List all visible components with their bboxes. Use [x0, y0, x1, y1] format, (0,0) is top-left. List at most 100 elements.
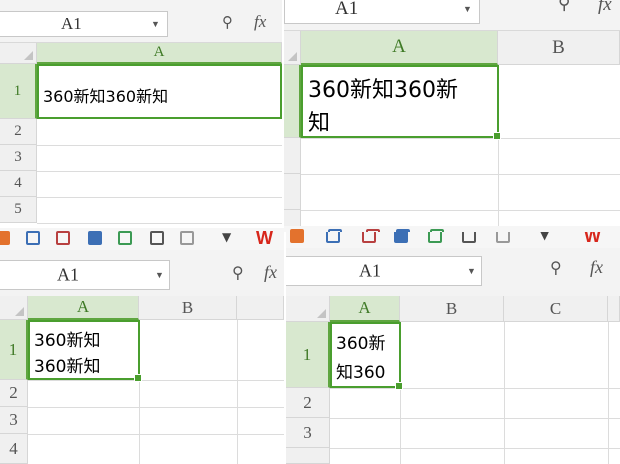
grid-line [37, 171, 282, 172]
name-box-value: A1 [335, 0, 359, 19]
column-header-c[interactable] [237, 296, 284, 320]
toolbar-icon[interactable] [26, 231, 40, 245]
row-header-2[interactable] [284, 138, 301, 174]
dropdown-caret-icon[interactable]: ▼ [467, 266, 476, 276]
column-header-b[interactable]: B [400, 296, 504, 322]
row-header-1-label: 1 [13, 82, 22, 99]
row-header-3[interactable]: 3 [0, 407, 28, 434]
panel-2-wrapped-wide: A1 ▼ ⚲ fx A B 360新知360新 知 [284, 0, 620, 232]
column-header-d[interactable] [608, 296, 620, 322]
cell-a1[interactable]: 360新知360新知 [37, 64, 282, 119]
row-header-2[interactable]: 2 [0, 380, 28, 407]
select-all-corner[interactable] [0, 296, 28, 320]
row-header-1-label: 1 [302, 344, 312, 364]
row-header-4[interactable]: 4 [0, 434, 28, 464]
dropdown-caret-icon[interactable]: ▼ [540, 232, 549, 242]
grid-line [237, 320, 238, 464]
row-header-5-label: 5 [14, 201, 22, 217]
grid-line [608, 322, 609, 464]
row-header-3[interactable]: 3 [286, 418, 330, 448]
grid-line [330, 448, 620, 449]
select-all-corner[interactable] [0, 43, 37, 64]
column-header-a[interactable]: A [301, 31, 498, 65]
fill-handle[interactable] [134, 374, 142, 382]
name-box[interactable]: A1 ▼ [284, 0, 480, 24]
name-box[interactable]: A1 ▼ [0, 260, 170, 290]
select-all-corner[interactable] [286, 296, 330, 322]
wps-logo-icon[interactable]: W [584, 232, 601, 247]
row-header-4-label: 4 [9, 438, 18, 458]
row-header-4[interactable] [286, 448, 330, 464]
row-header-3[interactable] [284, 174, 301, 210]
dropdown-caret-icon[interactable]: ▼ [222, 230, 231, 244]
row-header-2[interactable]: 2 [0, 119, 37, 145]
row-header-1[interactable]: 1 [286, 322, 330, 388]
cell-a1[interactable]: 360新知 360新知 [28, 320, 140, 380]
toolbar-icon[interactable] [394, 232, 408, 243]
row-header-1[interactable]: 1 [0, 320, 28, 380]
row-header-1[interactable]: 1 [0, 64, 37, 119]
row-header-4[interactable]: 4 [0, 171, 37, 197]
zoom-icon[interactable]: ⚲ [232, 263, 244, 282]
fill-handle[interactable] [395, 382, 403, 390]
toolbar-icon[interactable] [496, 232, 510, 243]
zoom-icon[interactable]: ⚲ [550, 258, 562, 277]
formula-bar: A1 ▼ ⚲ fx [284, 0, 620, 31]
column-header-b[interactable]: B [498, 31, 620, 65]
toolbar-icon[interactable] [56, 231, 70, 245]
column-header-c[interactable]: C [504, 296, 608, 322]
row-header-2-label: 2 [9, 383, 18, 402]
row-header-3-label: 3 [14, 149, 22, 165]
toolbar-icon[interactable] [290, 232, 304, 243]
cell-a1-line-2: 知 [308, 111, 331, 136]
fx-icon[interactable]: fx [598, 0, 612, 16]
dropdown-caret-icon[interactable]: ▼ [151, 19, 160, 29]
fx-icon[interactable]: fx [590, 257, 603, 278]
toolbar-icon[interactable] [88, 231, 102, 245]
grid-line [504, 322, 505, 464]
name-box[interactable]: A1 ▼ [0, 11, 168, 37]
name-box-value: A1 [57, 264, 79, 285]
fx-icon[interactable]: fx [264, 262, 277, 283]
fx-icon[interactable]: fx [254, 12, 266, 32]
row-header-1[interactable] [284, 65, 301, 138]
grid-line [28, 380, 284, 381]
toolbar-icon[interactable] [180, 231, 194, 245]
toolbar-icon[interactable] [362, 232, 376, 243]
toolbar-icon[interactable] [150, 231, 164, 245]
toolbar-icon[interactable] [118, 231, 132, 245]
column-header-a[interactable]: A [330, 296, 400, 322]
dropdown-caret-icon[interactable]: ▼ [463, 4, 472, 14]
column-header-a[interactable]: A [28, 296, 139, 320]
toolbar-icon[interactable] [428, 232, 442, 243]
column-header-b-label: B [552, 36, 565, 58]
toolbar-icon[interactable] [326, 232, 340, 243]
grid-line [28, 434, 284, 435]
select-all-corner[interactable] [284, 31, 301, 65]
row-header-2-label: 2 [303, 392, 312, 412]
cell-a1-line-1: 360新知360新 [308, 78, 458, 103]
zoom-icon[interactable]: ⚲ [558, 0, 570, 14]
panel-4-wrapped-narrowest: ▼ W A1 ▼ ⚲ fx A B C 1 2 3 360新 知360 [286, 232, 620, 464]
row-header-3[interactable]: 3 [0, 145, 37, 171]
toolbar-icon[interactable] [462, 232, 476, 243]
zoom-icon[interactable]: ⚲ [222, 13, 233, 31]
grid-line [37, 223, 282, 224]
row-header-2[interactable]: 2 [286, 388, 330, 418]
wps-logo-icon[interactable]: W [256, 228, 273, 249]
column-header-b-label: B [445, 298, 458, 318]
toolbar-strip: ▼ W [0, 228, 284, 250]
row-header-3-label: 3 [9, 410, 18, 429]
dropdown-caret-icon[interactable]: ▼ [155, 270, 164, 280]
name-box[interactable]: A1 ▼ [286, 256, 482, 286]
column-header-a-label: A [153, 44, 165, 60]
column-header-c-label: C [549, 298, 562, 318]
cell-a1[interactable]: 360新知360新 知 [301, 65, 499, 138]
column-header-a[interactable]: A [37, 43, 282, 64]
cell-a1[interactable]: 360新 知360 [330, 322, 401, 388]
column-header-b[interactable]: B [139, 296, 237, 320]
row-header-5[interactable]: 5 [0, 197, 37, 223]
grid-line [301, 174, 620, 175]
toolbar-icon[interactable] [0, 231, 10, 245]
fill-handle[interactable] [493, 132, 501, 140]
